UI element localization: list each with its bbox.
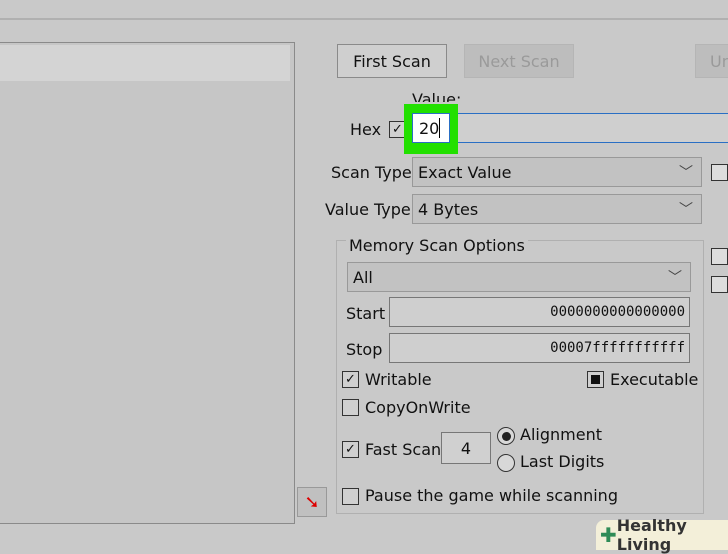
last-digits-label: Last Digits <box>520 452 605 471</box>
address-list[interactable] <box>0 42 295 524</box>
watermark-text: Healthy Living <box>616 516 687 554</box>
divider <box>0 18 728 20</box>
chevron-down-icon: ﹀ <box>679 202 693 218</box>
fast-scan-input[interactable]: 4 <box>441 432 491 464</box>
last-digits-radio[interactable] <box>497 454 515 472</box>
pause-game-checkbox[interactable] <box>342 488 359 505</box>
fast-scan-checkbox[interactable]: ✓ <box>342 441 359 458</box>
first-scan-button[interactable]: First Scan <box>337 44 447 78</box>
value-input[interactable]: 20 <box>412 113 450 143</box>
list-row[interactable] <box>0 45 290 81</box>
alignment-radio[interactable] <box>497 427 515 445</box>
chevron-down-icon: ﹀ <box>679 165 693 181</box>
executable-checkbox[interactable] <box>587 371 604 388</box>
writable-checkbox[interactable]: ✓ <box>342 371 359 388</box>
memory-scan-options-title: Memory Scan Options <box>346 236 528 255</box>
value-type-label: Value Type <box>325 200 411 219</box>
fast-scan-label: Fast Scan <box>365 440 442 459</box>
copyonwrite-checkbox[interactable] <box>342 399 359 416</box>
writable-label: Writable <box>365 370 432 389</box>
plus-icon: ✚ <box>600 523 617 547</box>
value-label: Value: <box>412 90 462 102</box>
memory-region-value: All <box>353 267 373 287</box>
scan-type-value: Exact Value <box>418 162 512 182</box>
executable-label: Executable <box>610 370 699 389</box>
stop-label: Stop <box>346 340 383 359</box>
scan-type-label: Scan Type <box>331 163 412 182</box>
undo-scan-button[interactable]: Un <box>695 44 728 78</box>
alignment-label: Alignment <box>520 425 602 444</box>
start-address-input[interactable]: 0000000000000000 <box>389 297 690 327</box>
scan-type-dropdown[interactable]: Exact Value ﹀ <box>412 157 702 187</box>
memory-region-dropdown[interactable]: All ﹀ <box>347 262 691 292</box>
option-checkbox[interactable] <box>711 276 728 293</box>
value-type-value: 4 Bytes <box>418 199 479 219</box>
chevron-down-icon: ﹀ <box>668 270 682 286</box>
copyonwrite-label: CopyOnWrite <box>365 398 471 417</box>
option-checkbox[interactable] <box>711 248 728 265</box>
start-label: Start <box>346 304 386 323</box>
text-cursor <box>439 118 440 138</box>
stop-address-input[interactable]: 00007fffffffffff <box>389 333 690 363</box>
value-type-dropdown[interactable]: 4 Bytes ﹀ <box>412 194 702 224</box>
arrow-icon[interactable]: ➘ <box>297 487 327 517</box>
value-input-bg[interactable] <box>412 113 728 143</box>
pause-game-label: Pause the game while scanning <box>365 486 618 505</box>
next-scan-button[interactable]: Next Scan <box>464 44 574 78</box>
hex-label: Hex <box>350 120 382 139</box>
option-checkbox[interactable] <box>711 164 728 181</box>
